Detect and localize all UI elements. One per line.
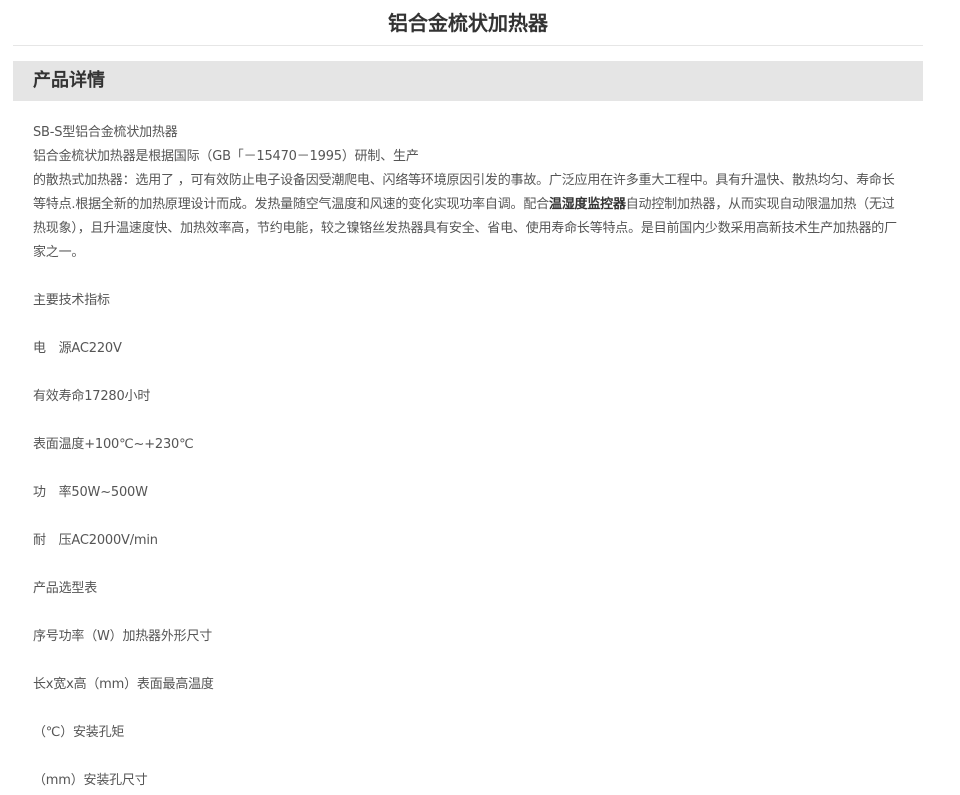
spec-lifetime: 有效寿命17280小时: [33, 389, 151, 404]
section-title: 产品详情: [33, 70, 105, 91]
intro-standard-line: 铝合金梳状加热器是根据国际（GB「－15470－1995）研制、生产: [33, 149, 419, 164]
selection-row-3: （℃）安装孔矩: [33, 725, 125, 740]
section-header: 产品详情: [13, 61, 923, 101]
title-divider: [13, 45, 923, 46]
spec-wattage: 功 率50W~500W: [33, 485, 148, 500]
page-title: 铝合金梳状加热器: [388, 11, 548, 35]
selection-heading: 产品选型表: [33, 581, 98, 596]
monitor-keyword: 温湿度监控器: [548, 197, 626, 212]
product-model-line: SB-S型铝合金梳状加热器: [33, 125, 178, 140]
selection-row-2: 长x宽x高（mm）表面最高温度: [33, 677, 214, 692]
intro-paragraph: 的散热式加热器：选用了 ，可有效防止电子设备因受潮爬电、闪络等环境原因引发的事故…: [33, 169, 905, 265]
specs-heading: 主要技术指标: [33, 293, 110, 308]
selection-row-4: （mm）安装孔尺寸: [33, 773, 148, 788]
spec-surface-temp: 表面温度+100℃~+230℃: [33, 437, 194, 452]
spec-power-supply: 电 源AC220V: [33, 341, 122, 356]
selection-row-1: 序号功率（W）加热器外形尺寸: [33, 629, 213, 644]
product-details-content: SB-S型铝合金梳状加热器 铝合金梳状加热器是根据国际（GB「－15470－19…: [33, 121, 905, 793]
spec-withstand-voltage: 耐 压AC2000V/min: [33, 533, 158, 548]
